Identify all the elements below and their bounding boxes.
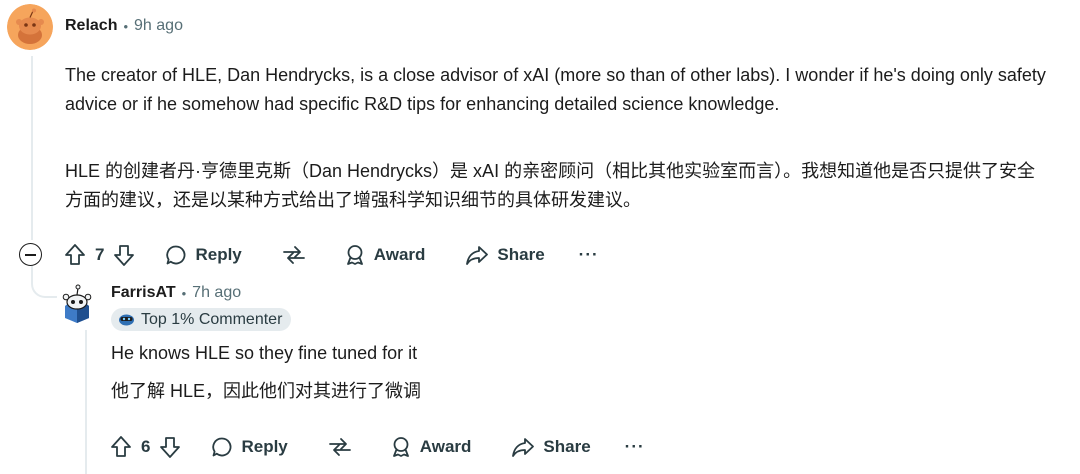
share-icon (511, 436, 535, 458)
snoo-avatar-icon[interactable] (7, 4, 53, 50)
upvote-icon[interactable] (64, 243, 86, 267)
reply-button[interactable]: Reply (211, 436, 288, 458)
reply-actions: 6 Reply Award Share ··· (110, 432, 645, 462)
upvote-icon[interactable] (110, 435, 132, 459)
award-icon (390, 436, 412, 458)
comment-bubble-icon (211, 436, 233, 458)
share-arrow-icon (282, 244, 306, 266)
reply-meta: FarrisAT • 7h ago (111, 284, 241, 302)
more-icon[interactable]: ··· (579, 245, 599, 265)
reply-body-zh: 他了解 HLE，因此他们对其进行了微调 (111, 381, 422, 401)
award-label: Award (373, 245, 426, 264)
share-button[interactable]: Share (511, 436, 591, 458)
minus-circle-icon (25, 253, 36, 256)
share-arrow-button[interactable] (282, 244, 306, 266)
comment-meta: Relach • 9h ago (65, 17, 183, 35)
award-label: Award (419, 437, 472, 456)
reply-body-en: He knows HLE so they fine tuned for it (111, 343, 418, 363)
commenter-badge[interactable]: Top 1% Commenter (111, 308, 292, 331)
vote-count: 6 (141, 437, 151, 456)
reply-label: Reply (195, 245, 242, 264)
share-icon (465, 244, 489, 266)
share-label: Share (497, 245, 545, 264)
collapse-thread-button[interactable] (19, 243, 42, 266)
thread-connector (31, 266, 57, 298)
reply-thread-line (85, 330, 87, 474)
vote-count: 7 (95, 245, 105, 264)
timestamp[interactable]: 7h ago (192, 284, 241, 302)
vote-group: 7 (64, 243, 135, 267)
award-icon (344, 244, 366, 266)
award-button[interactable]: Award (344, 244, 426, 266)
badge-label: Top 1% Commenter (141, 310, 283, 328)
share-arrow-icon (328, 436, 352, 458)
share-arrow-button[interactable] (328, 436, 352, 458)
comment-body-en: The creator of HLE, Dan Hendrycks, is a … (65, 65, 1046, 114)
author-name[interactable]: Relach (65, 17, 117, 35)
comment-body-zh: HLE 的创建者丹·亨德里克斯（Dan Hendrycks）是 xAI 的亲密顾… (65, 161, 1036, 210)
downvote-icon[interactable] (159, 435, 181, 459)
more-icon[interactable]: ··· (625, 437, 645, 457)
downvote-icon[interactable] (113, 243, 135, 267)
meta-separator: • (123, 18, 129, 34)
meta-separator: • (181, 285, 187, 301)
timestamp[interactable]: 9h ago (134, 17, 183, 35)
award-button[interactable]: Award (390, 436, 472, 458)
vote-group: 6 (110, 435, 181, 459)
commenter-badge-icon (118, 313, 135, 326)
robot-avatar-icon[interactable] (56, 282, 98, 324)
share-label: Share (543, 437, 591, 456)
author-name[interactable]: FarrisAT (111, 284, 176, 302)
reply-button[interactable]: Reply (165, 244, 242, 266)
comment-bubble-icon (165, 244, 187, 266)
reply-label: Reply (241, 437, 288, 456)
thread-line (31, 56, 33, 240)
comment-actions: 7 Reply Award Share ··· (64, 240, 599, 270)
share-button[interactable]: Share (465, 244, 545, 266)
